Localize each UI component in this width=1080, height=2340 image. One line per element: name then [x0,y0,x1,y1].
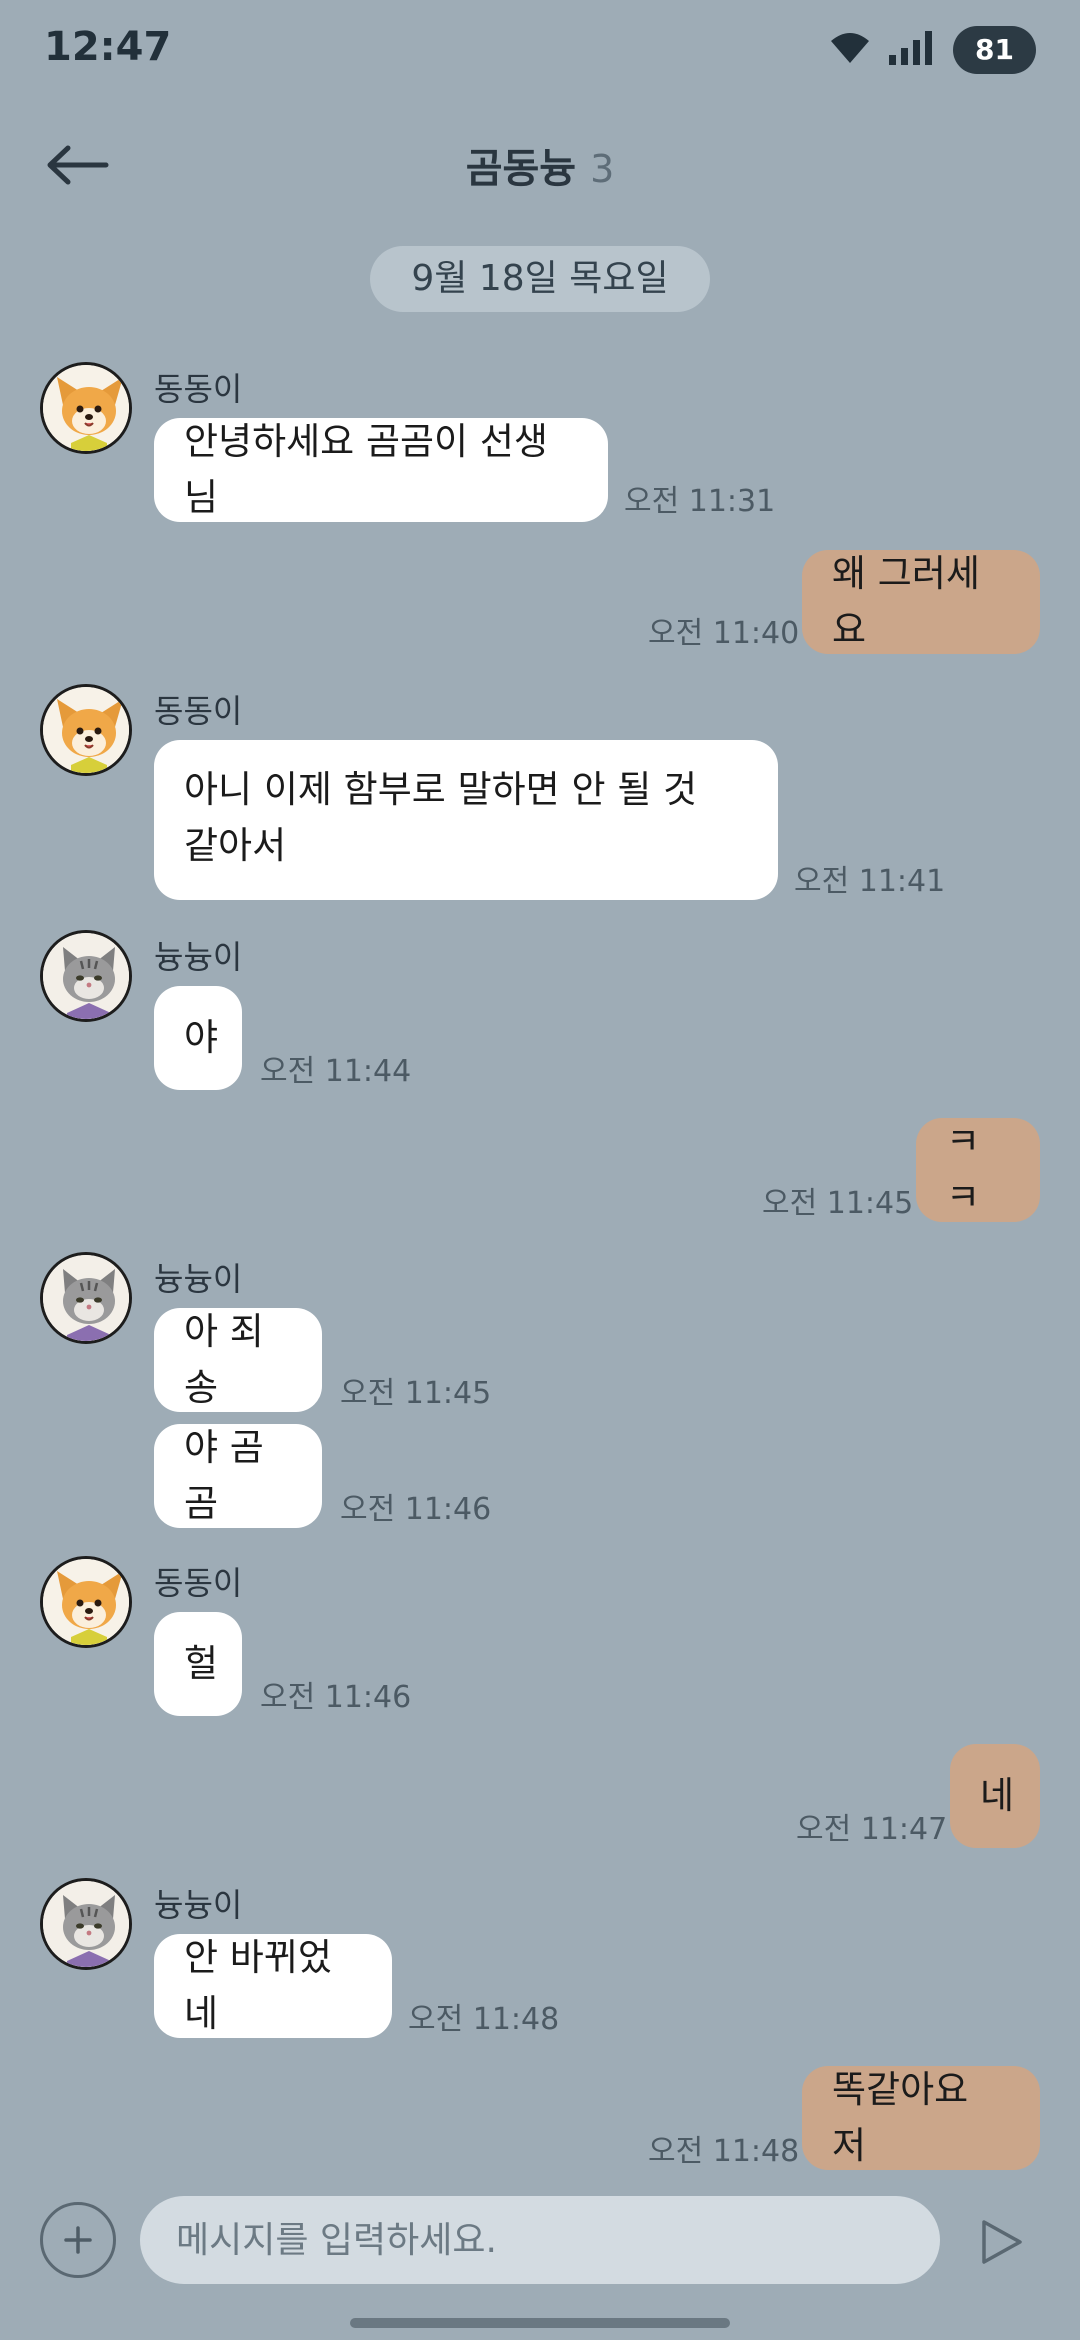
message-text-line: 같아서 [184,824,287,867]
wifi-icon [829,31,871,69]
message-bubble[interactable]: 헐 [154,1612,242,1716]
message-time: 오전 11:47 [796,1812,948,1847]
plus-icon [64,2226,92,2254]
cat-avatar[interactable] [40,930,132,1022]
cat-avatar[interactable] [40,1878,132,1970]
message-text: 안 바뀌었네 [184,1936,332,2035]
sender-name: 늉늉이 [154,938,243,976]
message-text: 똑같아요 저 [832,2068,969,2167]
cat-avatar[interactable] [40,1252,132,1344]
message-text: 야 [184,1016,219,1059]
my-message-bubble[interactable]: ㅋㅋ [916,1118,1040,1222]
message-text-line: 아니 이제 함부로 말하면 안 될 것 [184,768,698,811]
message-bubble[interactable]: 아 죄송 [154,1308,322,1412]
message-bubble[interactable]: 아니 이제 함부로 말하면 안 될 것 같아서 [154,740,778,900]
message-bubble[interactable]: 안녕하세요 곰곰이 선생님 [154,418,608,522]
send-icon [982,2220,1022,2264]
date-divider: 9월 18일 목요일 [370,246,710,312]
message-bubble[interactable]: 야 [154,986,242,1090]
my-message-bubble[interactable]: 왜 그러세요 [802,550,1040,654]
chat-header: 곰동늉 3 [0,110,1080,220]
my-message-bubble[interactable]: 똑같아요 저 [802,2066,1040,2170]
message-text: ㅋㅋ [946,1120,981,1219]
message-time: 오전 11:46 [260,1680,412,1715]
message-time: 오전 11:48 [648,2134,800,2169]
message-text: 아 죄송 [184,1310,264,1409]
my-message-bubble[interactable]: 네 [950,1744,1040,1848]
message-time: 오전 11:48 [408,2002,560,2037]
message-time: 오전 11:45 [762,1186,914,1221]
status-time: 12:47 [44,24,172,70]
sender-name: 동동이 [154,1564,243,1602]
message-time: 오전 11:40 [648,616,800,651]
sender-name: 동동이 [154,370,243,408]
message-time: 오전 11:44 [260,1054,412,1089]
message-input[interactable] [140,2196,940,2284]
room-title: 곰동늉 [465,146,577,192]
signal-icon [889,31,935,69]
status-icons: 81 [829,26,1036,74]
send-button[interactable] [980,2218,1024,2266]
sender-name: 동동이 [154,692,243,730]
attach-button[interactable] [40,2202,116,2278]
message-text: 안녕하세요 곰곰이 선생님 [184,420,548,519]
home-indicator[interactable] [350,2318,730,2328]
status-bar: 12:47 81 [0,0,1080,100]
message-time: 오전 11:31 [624,484,776,519]
title-wrap: 곰동늉 3 [0,136,1080,194]
message-text: 야 곰곰 [184,1426,264,1525]
dog-avatar[interactable] [40,684,132,776]
battery-indicator: 81 [953,26,1036,74]
sender-name: 늉늉이 [154,1886,243,1924]
message-bubble[interactable]: 안 바뀌었네 [154,1934,392,2038]
dog-avatar[interactable] [40,1556,132,1648]
message-text: 헐 [184,1642,219,1685]
message-time: 오전 11:41 [794,864,946,899]
message-time: 오전 11:46 [340,1492,492,1527]
message-text: 네 [980,1774,1015,1817]
dog-avatar[interactable] [40,362,132,454]
message-text: 왜 그러세요 [832,552,980,651]
message-time: 오전 11:45 [340,1376,492,1411]
sender-name: 늉늉이 [154,1260,243,1298]
message-bubble[interactable]: 야 곰곰 [154,1424,322,1528]
member-count: 3 [590,147,615,191]
